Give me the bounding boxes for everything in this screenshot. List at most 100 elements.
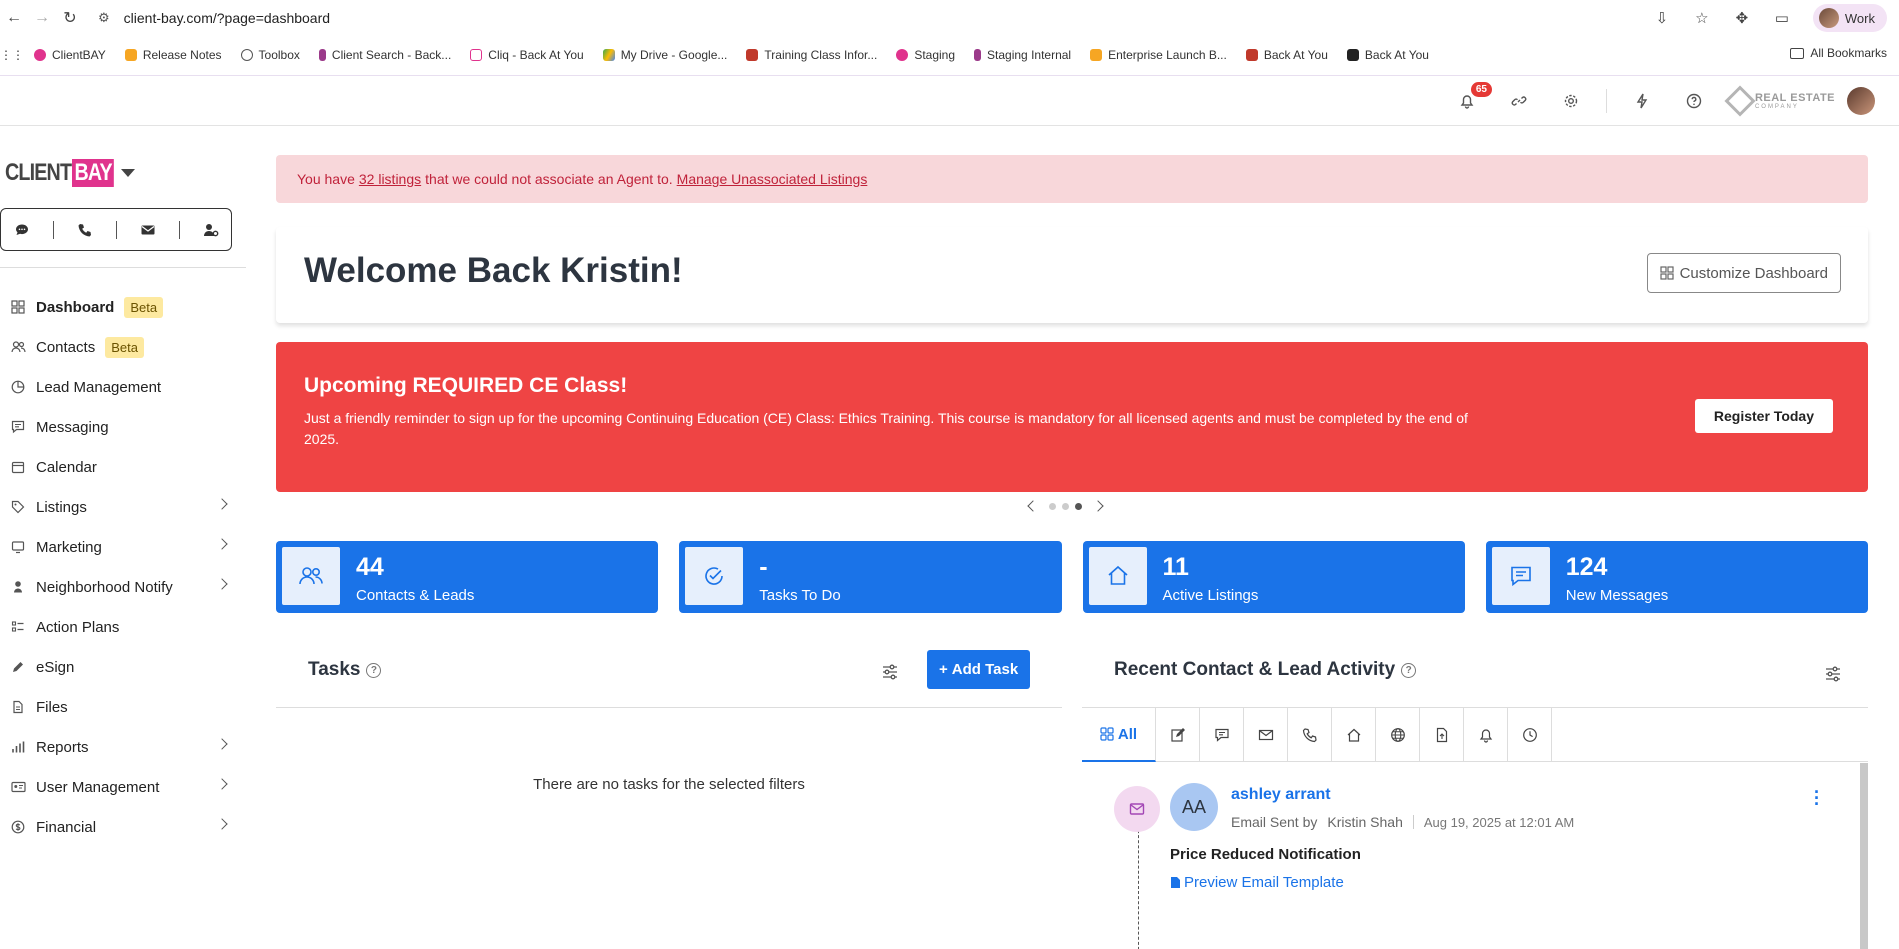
toolbar-separator bbox=[52, 220, 54, 239]
sidebar-item-neighborhood-notify[interactable]: Neighborhood Notify bbox=[0, 567, 240, 607]
bookmark-item[interactable]: My Drive - Google... bbox=[602, 48, 727, 62]
sidebar-item-label: User Management bbox=[36, 778, 160, 796]
tab-messages[interactable] bbox=[1200, 708, 1244, 762]
message-icon bbox=[10, 419, 26, 435]
add-contact-button[interactable] bbox=[201, 220, 221, 240]
clientbay-logo[interactable]: CLIENT BAY bbox=[5, 159, 136, 187]
sidebar-item-lead-management[interactable]: Lead Management bbox=[0, 367, 240, 407]
sidebar-item-listings[interactable]: Listings bbox=[0, 487, 240, 527]
manage-unassociated-listings-link[interactable]: Manage Unassociated Listings bbox=[677, 171, 868, 187]
bookmark-item[interactable]: Release Notes bbox=[124, 48, 222, 62]
chevron-left-icon[interactable] bbox=[1027, 500, 1039, 512]
install-icon[interactable]: ⇩ bbox=[1653, 9, 1671, 27]
filter-sliders-icon[interactable] bbox=[1824, 665, 1842, 683]
profile-button[interactable]: Work bbox=[1812, 4, 1887, 32]
avatar[interactable]: AA bbox=[1170, 783, 1218, 831]
stat-card-listings[interactable]: 11 Active Listings bbox=[1082, 541, 1465, 613]
bookmark-item[interactable]: Training Class Infor... bbox=[746, 48, 877, 62]
address-bar[interactable]: ⚙ client-bay.com/?page=dashboard bbox=[98, 10, 330, 26]
site-info-icon[interactable]: ⚙ bbox=[98, 10, 110, 26]
settings-button[interactable] bbox=[1554, 84, 1588, 118]
sidebar-item-esign[interactable]: eSign bbox=[0, 647, 240, 687]
contact-name-link[interactable]: ashley arrant bbox=[1231, 786, 1331, 804]
carousel-dot[interactable] bbox=[1049, 502, 1056, 510]
chevron-down-icon[interactable] bbox=[121, 169, 136, 177]
chat-button[interactable] bbox=[12, 220, 32, 240]
bookmark-item[interactable]: Staging bbox=[896, 48, 955, 62]
quick-actions-button[interactable] bbox=[1625, 84, 1659, 118]
tab-web[interactable] bbox=[1376, 708, 1420, 762]
add-task-button[interactable]: + Add Task bbox=[927, 650, 1031, 689]
more-options-icon[interactable]: · · · bbox=[1814, 783, 1820, 813]
carousel-dot-active[interactable] bbox=[1075, 502, 1082, 510]
sidebar-item-messaging[interactable]: Messaging bbox=[0, 407, 240, 447]
carousel-dot[interactable] bbox=[1062, 502, 1069, 510]
tab-files[interactable] bbox=[1420, 708, 1464, 762]
bookmark-item[interactable]: ClientBAY bbox=[34, 48, 106, 62]
check-circle-icon bbox=[685, 547, 744, 605]
customize-dashboard-button[interactable]: Customize Dashboard bbox=[1646, 253, 1841, 293]
back-icon[interactable]: ← bbox=[0, 4, 28, 32]
help-button[interactable] bbox=[1677, 84, 1711, 118]
tab-emails[interactable] bbox=[1244, 708, 1288, 762]
notifications-button[interactable]: 65 bbox=[1450, 82, 1492, 118]
call-button[interactable] bbox=[75, 220, 95, 240]
extensions-icon[interactable]: ✥ bbox=[1733, 9, 1751, 27]
sidebar-item-action-plans[interactable]: Action Plans bbox=[0, 607, 240, 647]
sidebar-item-financial[interactable]: Financial bbox=[0, 807, 240, 847]
tab-all[interactable]: All bbox=[1082, 708, 1156, 762]
user-avatar[interactable] bbox=[1847, 87, 1875, 115]
bookmark-item[interactable]: Cliq - Back At You bbox=[470, 48, 584, 62]
sidebar-item-files[interactable]: Files bbox=[0, 687, 240, 727]
all-bookmarks[interactable]: All Bookmarks bbox=[1790, 46, 1887, 60]
preview-email-template-link[interactable]: Preview Email Template bbox=[1170, 874, 1344, 891]
stat-card-tasks[interactable]: - Tasks To Do bbox=[679, 541, 1062, 613]
tab-notes[interactable] bbox=[1156, 708, 1200, 762]
star-icon[interactable]: ☆ bbox=[1693, 9, 1711, 27]
filter-sliders-icon[interactable] bbox=[881, 663, 899, 681]
sidebar-item-user-management[interactable]: User Management bbox=[0, 767, 240, 807]
chevron-right-icon[interactable] bbox=[1092, 500, 1104, 512]
id-card-icon bbox=[10, 779, 26, 795]
tab-calls[interactable] bbox=[1288, 708, 1332, 762]
scrollbar[interactable] bbox=[1860, 763, 1868, 949]
help-icon[interactable]: ? bbox=[366, 662, 382, 678]
listings-count-link[interactable]: 32 listings bbox=[359, 171, 421, 187]
link-button[interactable] bbox=[1502, 84, 1536, 118]
stat-value: 44 bbox=[356, 553, 384, 581]
tab-alerts[interactable] bbox=[1464, 708, 1508, 762]
grid-icon bbox=[10, 299, 26, 315]
message-icon bbox=[1214, 728, 1229, 742]
sidebar-item-label: Reports bbox=[36, 738, 89, 756]
apps-icon[interactable]: ⋮⋮ bbox=[0, 48, 24, 62]
help-icon[interactable]: ? bbox=[1401, 662, 1417, 678]
tab-history[interactable] bbox=[1508, 708, 1552, 762]
sidebar-nav: Dashboard Beta Contacts Beta Lead Manage… bbox=[0, 287, 240, 847]
sidebar-item-marketing[interactable]: Marketing bbox=[0, 527, 240, 567]
bookmark-item[interactable]: Enterprise Launch B... bbox=[1090, 48, 1227, 62]
bookmark-item[interactable]: Toolbox bbox=[240, 48, 300, 62]
register-today-button[interactable]: Register Today bbox=[1694, 399, 1833, 433]
bookmark-item[interactable]: Back At You bbox=[1245, 48, 1328, 62]
stat-label: Contacts & Leads bbox=[356, 587, 475, 604]
gear-favicon-icon bbox=[240, 49, 253, 61]
sidebar-item-contacts[interactable]: Contacts Beta bbox=[0, 327, 240, 367]
bookmark-item[interactable]: Staging Internal bbox=[974, 48, 1071, 62]
sidebar-item-calendar[interactable]: Calendar bbox=[0, 447, 240, 487]
bookmark-item[interactable]: Back At You bbox=[1346, 48, 1429, 62]
bay-favicon-icon bbox=[318, 49, 326, 61]
email-button[interactable] bbox=[138, 220, 158, 240]
stat-card-contacts[interactable]: 44 Contacts & Leads bbox=[276, 541, 659, 613]
stats-row: 44 Contacts & Leads - Tasks To Do 11 Act… bbox=[276, 541, 1868, 613]
tab-listings[interactable] bbox=[1332, 708, 1376, 762]
bookmark-item[interactable]: Client Search - Back... bbox=[318, 48, 451, 62]
sidebar-item-dashboard[interactable]: Dashboard Beta bbox=[0, 287, 240, 327]
tab-search-icon[interactable]: ▭ bbox=[1773, 9, 1791, 27]
stat-card-messages[interactable]: 124 New Messages bbox=[1485, 541, 1868, 613]
training-favicon-icon bbox=[746, 49, 759, 61]
forward-icon[interactable]: → bbox=[28, 4, 56, 32]
bay-red-favicon-icon bbox=[1245, 49, 1258, 61]
sidebar-item-label: Messaging bbox=[36, 418, 109, 436]
reload-icon[interactable]: ↻ bbox=[56, 4, 84, 32]
sidebar-item-reports[interactable]: Reports bbox=[0, 727, 240, 767]
